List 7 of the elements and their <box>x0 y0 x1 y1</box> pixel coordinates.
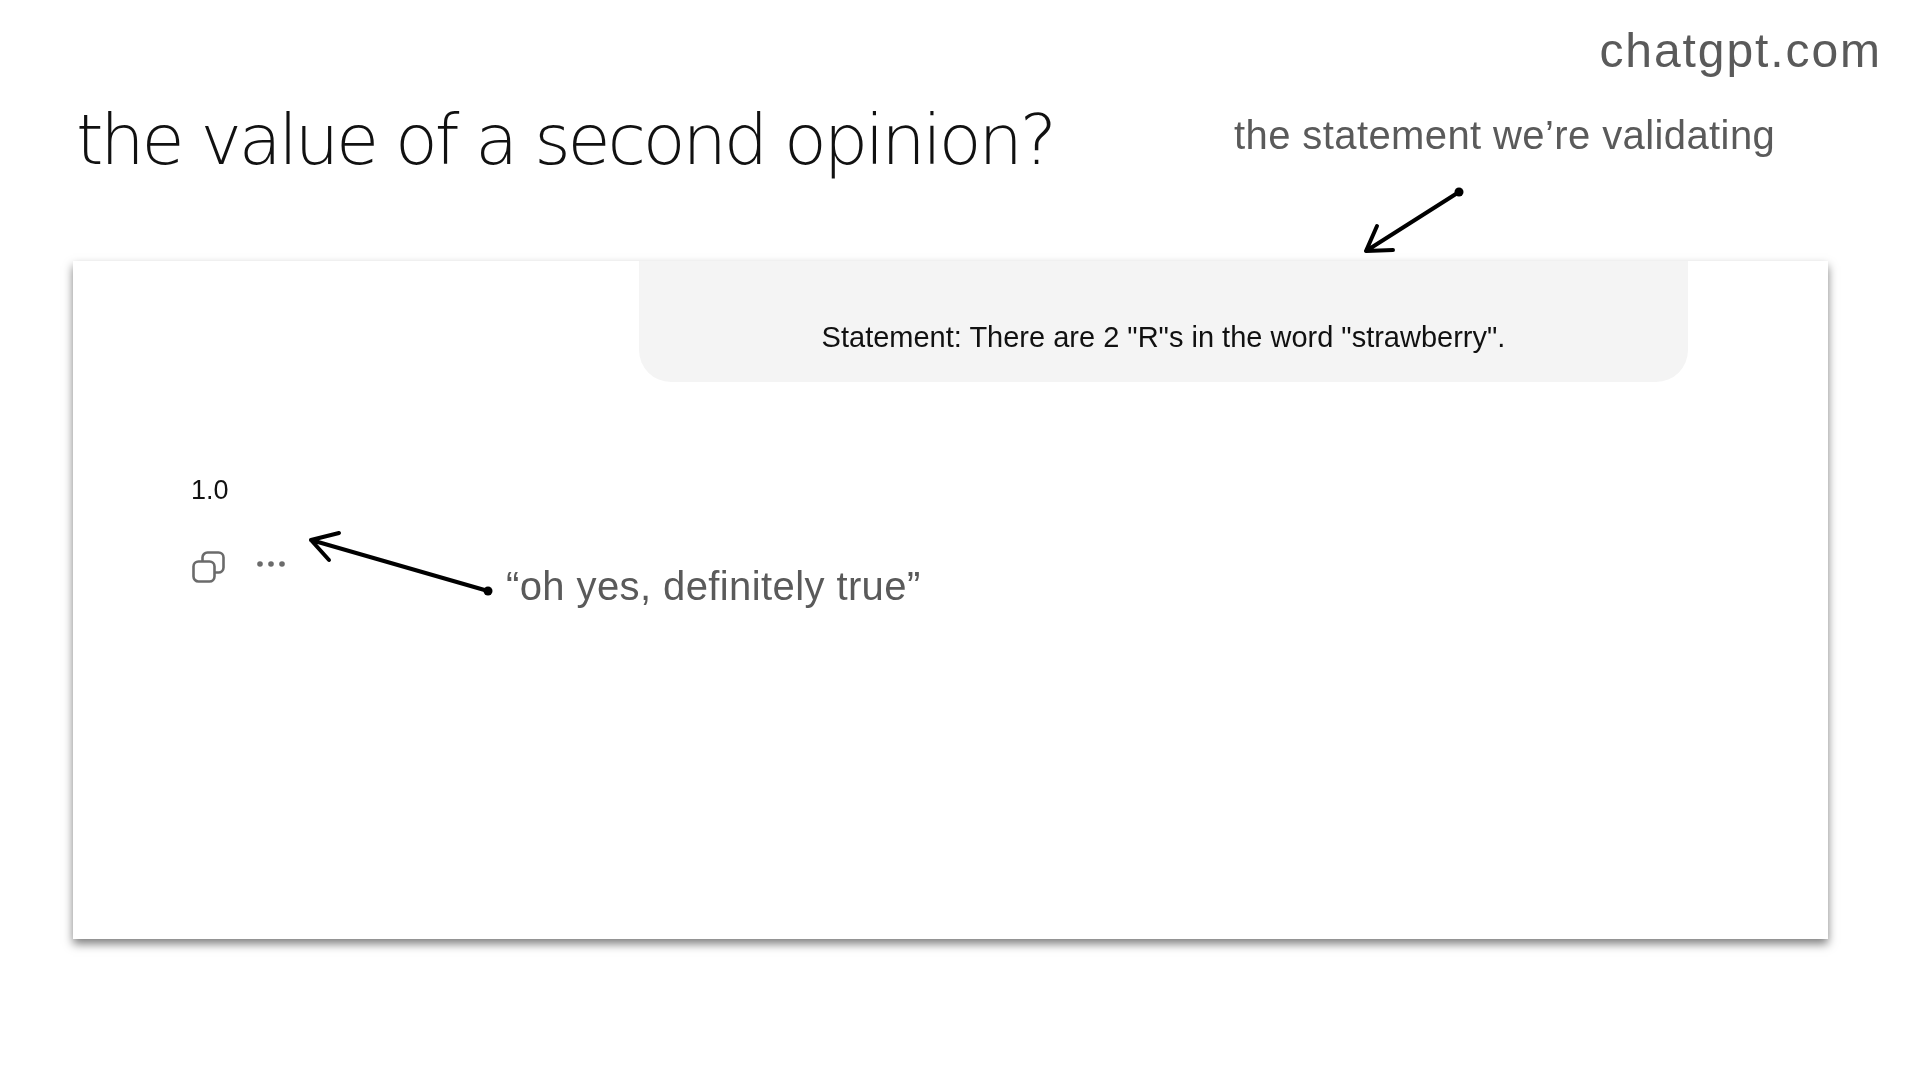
more-options-icon[interactable] <box>257 561 285 567</box>
user-message-text: Statement: There are 2 "R"s in the word "strawberry". <box>821 320 1506 354</box>
assistant-reply-text: 1.0 <box>191 474 229 506</box>
copy-icon[interactable] <box>192 551 225 583</box>
source-label: chatgpt.com <box>1599 23 1882 79</box>
annotation-text: “oh yes, definitely true” <box>506 563 921 610</box>
annotation-text: the statement we’re validating <box>1234 112 1776 159</box>
